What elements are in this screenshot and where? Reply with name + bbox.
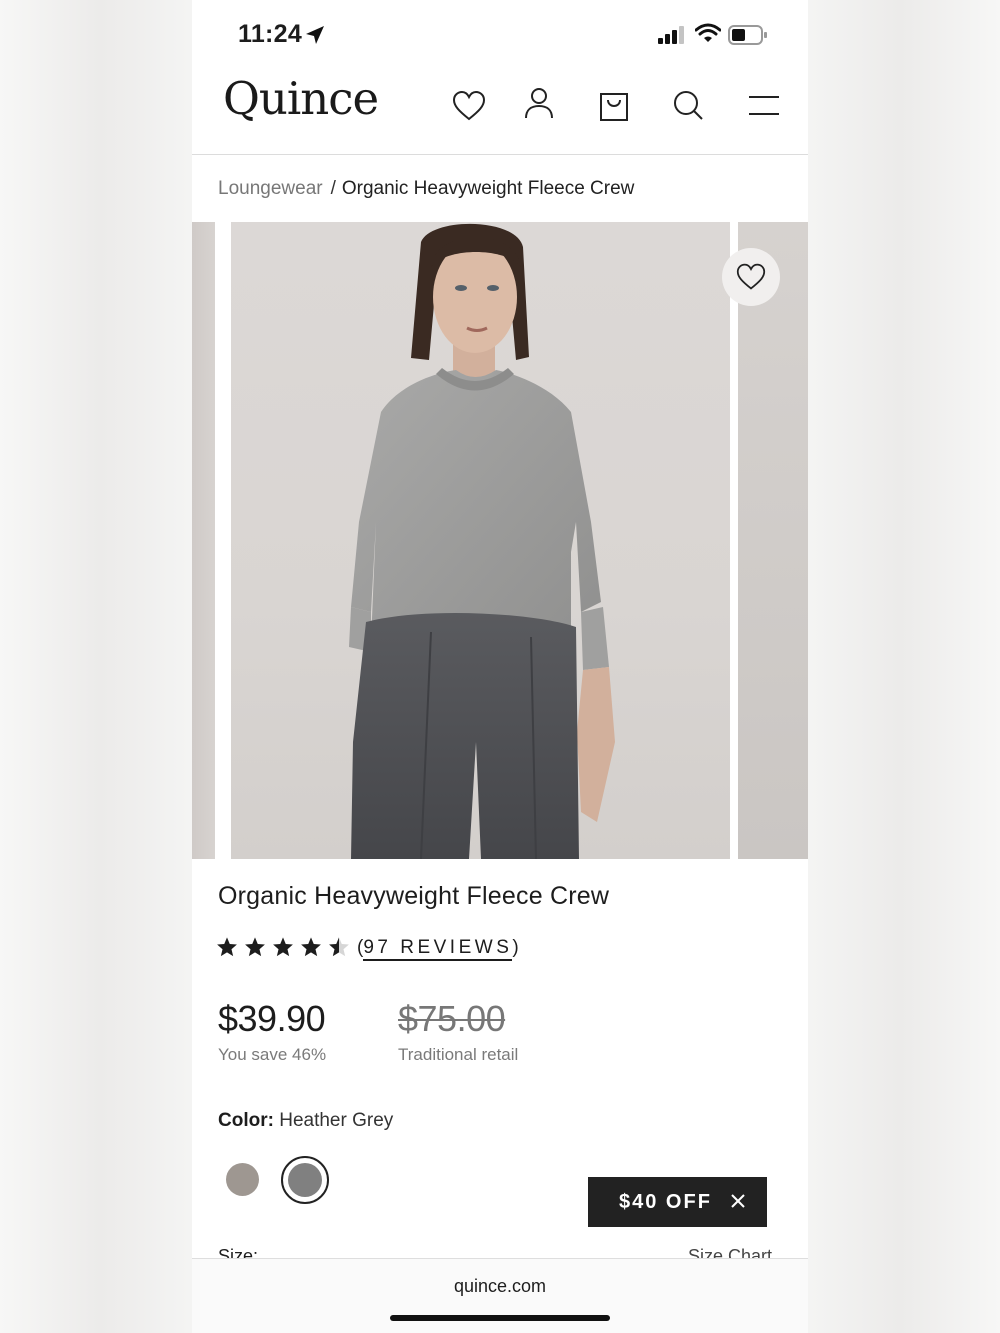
heart-icon[interactable] [451, 88, 487, 124]
product-image[interactable] [231, 222, 730, 859]
color-label: Color: [218, 1110, 274, 1131]
breadcrumb-loungewear[interactable]: Loungewear [218, 178, 323, 199]
breadcrumb-separator: / [330, 178, 336, 199]
battery-icon [728, 25, 767, 45]
add-to-wishlist-button[interactable] [722, 248, 780, 306]
model-wearing-sweatshirt-illustration [349, 223, 615, 859]
menu-icon[interactable] [746, 88, 782, 124]
breadcrumb: Loungewear / Organic Heavyweight Fleece Cr… [218, 178, 634, 200]
previous-product-image[interactable] [192, 222, 223, 859]
breadcrumb-current: Organic Heavyweight Fleece Crew [341, 178, 635, 199]
signal-icon [658, 26, 684, 44]
product-image-carousel[interactable] [192, 222, 808, 859]
quince-logo[interactable]: Quince [223, 72, 379, 125]
location-arrow-icon [306, 26, 324, 44]
promo-label[interactable]: $40 OFF [619, 1191, 712, 1214]
color-value: Heather Grey [279, 1110, 394, 1131]
next-product-image[interactable] [730, 222, 808, 859]
promo-banner[interactable]: $40 OFF [588, 1177, 767, 1227]
close-icon[interactable] [730, 1193, 746, 1209]
product-title: Organic Heavyweight Fleece Crew [218, 882, 610, 910]
home-indicator[interactable] [390, 1315, 610, 1321]
browser-address-bar[interactable]: quince.com [192, 1258, 808, 1333]
sale-price: $39.90 [218, 998, 326, 1039]
color-swatch-taupe[interactable] [226, 1163, 259, 1196]
color-selection-label: Color: Heather Grey [218, 1110, 393, 1132]
wifi-icon [695, 23, 721, 42]
account-icon[interactable] [521, 86, 557, 122]
status-time: 11:24 [238, 20, 303, 48]
star-icon [217, 937, 237, 957]
heart-icon [736, 263, 766, 290]
retail-price: $75.00 [398, 998, 506, 1039]
bag-icon[interactable] [596, 88, 632, 124]
reviews-link[interactable]: (97 REVIEWS) [357, 937, 519, 961]
phone-screen: 11:24 Quince Loungewear / Organic Heavyw… [192, 0, 808, 1333]
retail-price-label: Traditional retail [398, 1045, 519, 1064]
star-icon [273, 937, 293, 957]
url-text[interactable]: quince.com [192, 1276, 808, 1297]
color-swatch-heather-grey[interactable] [288, 1163, 322, 1197]
reviews-count[interactable]: 97 REVIEWS [363, 937, 513, 961]
savings-text: You save 46% [218, 1045, 327, 1064]
star-icon [245, 937, 265, 957]
half-star-icon [329, 937, 349, 957]
star-icon [301, 937, 321, 957]
header-divider [192, 154, 808, 155]
search-icon[interactable] [670, 88, 706, 124]
star-rating [216, 936, 350, 958]
